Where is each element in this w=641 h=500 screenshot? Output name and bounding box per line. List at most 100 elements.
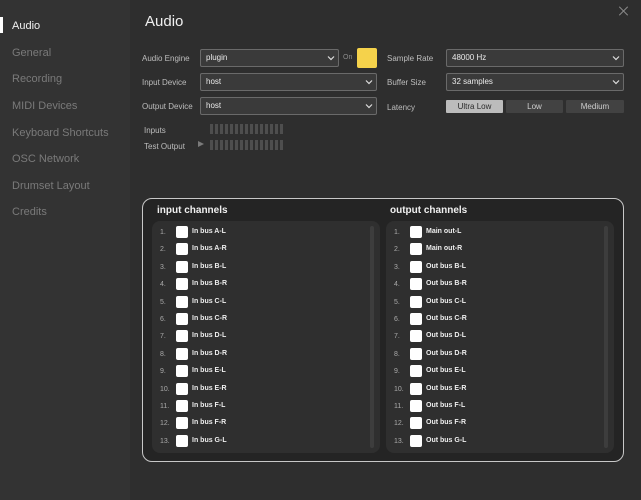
channel-name: Main out-R [426, 245, 463, 253]
channel-name: In bus D-L [192, 332, 227, 340]
channel-checkbox[interactable] [176, 226, 188, 238]
channel-checkbox[interactable] [410, 278, 422, 291]
channel-number: 5. [394, 298, 400, 306]
channel-checkbox[interactable] [176, 347, 188, 360]
channels-panel: input channels output channels 1. In bus … [142, 198, 624, 462]
inputs-meter-label: Inputs [144, 126, 166, 135]
channel-checkbox[interactable] [410, 295, 422, 308]
input-channels-title: input channels [157, 205, 228, 216]
latency-medium-button[interactable]: Medium [566, 100, 624, 113]
channel-checkbox[interactable] [410, 399, 422, 412]
input-channel-row: 5. In bus C-L [152, 295, 372, 313]
channel-number: 3. [160, 263, 166, 271]
input-channel-row: 11. In bus F-L [152, 399, 372, 417]
sidebar-item-midi-devices[interactable]: MIDI Devices [12, 100, 77, 112]
channel-name: In bus G-L [192, 436, 227, 444]
channel-checkbox[interactable] [410, 434, 422, 447]
channel-number: 11. [160, 402, 170, 410]
channel-checkbox[interactable] [410, 243, 422, 256]
output-channels-scrollbar[interactable] [604, 226, 608, 448]
channel-checkbox[interactable] [410, 382, 422, 395]
channel-name: Out bus C-R [426, 314, 467, 322]
channel-checkbox[interactable] [410, 330, 422, 343]
channel-name: In bus B-L [192, 262, 227, 270]
input-channel-row: 9. In bus E-L [152, 365, 372, 382]
input-channel-row: 3. In bus B-L [152, 260, 372, 278]
channel-number: 10. [160, 385, 170, 393]
latency-low-button[interactable]: Low [506, 100, 563, 113]
channel-checkbox[interactable] [410, 312, 422, 325]
channel-number: 5. [160, 298, 166, 306]
channel-checkbox[interactable] [176, 243, 188, 256]
channel-checkbox[interactable] [176, 417, 188, 430]
sidebar-item-credits[interactable]: Credits [12, 206, 47, 218]
channel-number: 12. [160, 420, 170, 428]
channel-name: Out bus C-L [426, 297, 467, 305]
channel-name: Out bus E-L [426, 367, 466, 375]
channel-checkbox[interactable] [410, 347, 422, 360]
sidebar-item-recording[interactable]: Recording [12, 73, 62, 85]
chevron-down-icon [612, 80, 620, 85]
channel-name: Out bus D-R [426, 349, 467, 357]
channel-checkbox[interactable] [176, 434, 188, 447]
sidebar-item-audio[interactable]: Audio [12, 20, 40, 32]
buffer-size-select[interactable]: 32 samples [446, 73, 624, 91]
play-icon[interactable] [198, 141, 204, 147]
channel-number: 4. [394, 281, 400, 289]
channel-checkbox[interactable] [176, 330, 188, 343]
channel-checkbox[interactable] [176, 382, 188, 395]
output-channel-row: 5. Out bus C-L [386, 295, 606, 313]
channel-name: Out bus E-R [426, 384, 467, 392]
audio-engine-label: Audio Engine [142, 54, 190, 63]
engine-on-toggle[interactable] [357, 48, 377, 68]
output-channel-row: 11. Out bus F-L [386, 399, 606, 417]
channel-number: 13. [160, 437, 170, 445]
channel-checkbox[interactable] [176, 399, 188, 412]
sample-rate-select[interactable]: 48000 Hz [446, 49, 624, 67]
channel-number: 7. [160, 333, 166, 341]
sidebar-item-keyboard-shortcuts[interactable]: Keyboard Shortcuts [12, 127, 109, 139]
channel-checkbox[interactable] [176, 312, 188, 325]
output-channel-row: 8. Out bus D-R [386, 347, 606, 365]
latency-ultra-low-button[interactable]: Ultra Low [446, 100, 503, 113]
channel-checkbox[interactable] [410, 260, 422, 273]
input-device-select[interactable]: host [200, 73, 377, 91]
channel-name: Out bus F-L [426, 401, 466, 409]
output-channel-row: 1. Main out-L [386, 226, 606, 243]
channel-checkbox[interactable] [176, 295, 188, 308]
channel-name: In bus A-L [192, 228, 226, 235]
sample-rate-label: Sample Rate [387, 54, 434, 63]
output-device-value: host [206, 101, 222, 110]
latency-label: Latency [387, 103, 416, 112]
channel-number: 3. [394, 263, 400, 271]
channel-number: 2. [394, 246, 400, 254]
channel-number: 1. [160, 229, 166, 236]
close-icon[interactable] [619, 6, 629, 16]
channel-checkbox[interactable] [410, 365, 422, 378]
output-device-select[interactable]: host [200, 97, 377, 115]
active-nav-indicator [0, 17, 3, 33]
channel-name: In bus C-R [192, 314, 227, 322]
channel-checkbox[interactable] [410, 226, 422, 238]
page-title: Audio [145, 13, 184, 30]
channel-name: In bus E-L [192, 367, 226, 375]
chevron-down-icon [365, 80, 373, 85]
channel-checkbox[interactable] [176, 278, 188, 291]
chevron-down-icon [612, 56, 620, 61]
channel-checkbox[interactable] [176, 365, 188, 378]
test-output-label: Test Output [144, 142, 185, 151]
input-channel-row: 4. In bus B-R [152, 278, 372, 295]
sidebar-item-general[interactable]: General [12, 47, 51, 59]
channel-checkbox[interactable] [410, 417, 422, 430]
sidebar-item-osc-network[interactable]: OSC Network [12, 153, 79, 165]
channel-name: In bus C-L [192, 297, 227, 305]
channel-name: Out bus F-R [426, 419, 467, 427]
input-channels-scrollbar[interactable] [370, 226, 374, 448]
sidebar-item-drumset-layout[interactable]: Drumset Layout [12, 180, 90, 192]
channel-number: 9. [160, 368, 166, 376]
channel-checkbox[interactable] [176, 260, 188, 273]
channel-number: 9. [394, 368, 400, 376]
test-output-level-meter [210, 140, 300, 150]
channel-number: 6. [394, 315, 400, 323]
audio-engine-select[interactable]: plugin [200, 49, 339, 67]
